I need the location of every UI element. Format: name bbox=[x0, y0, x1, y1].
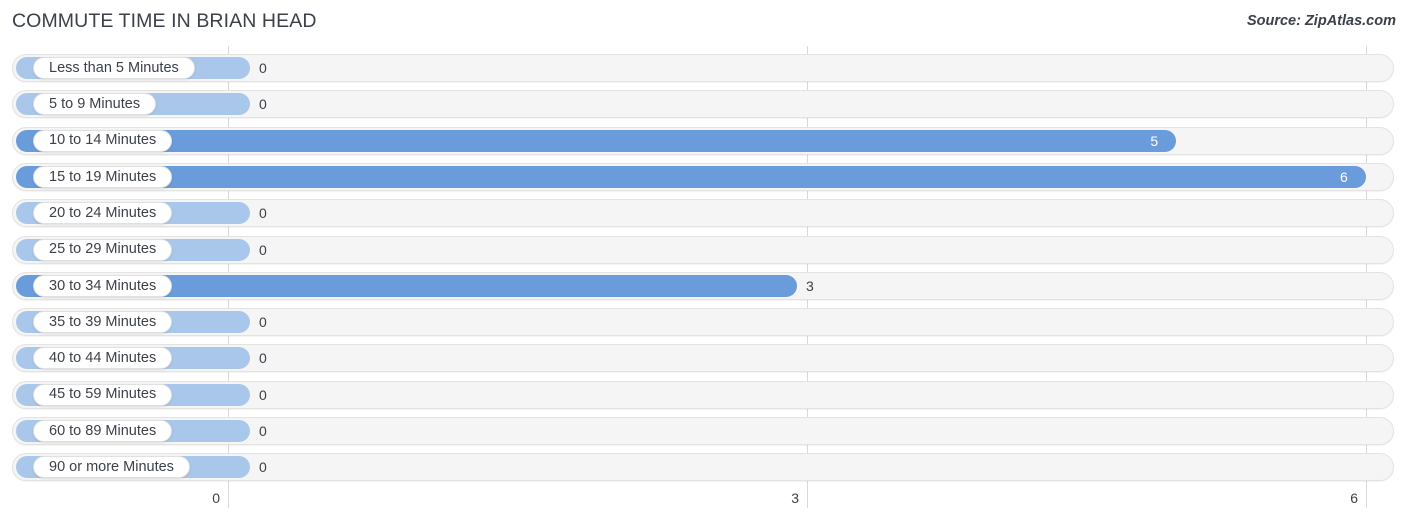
bar-row: 30 to 34 Minutes 3 bbox=[12, 271, 1394, 300]
value-bar bbox=[16, 165, 1366, 188]
category-label-pill: 15 to 19 Minutes bbox=[33, 165, 173, 188]
category-label: 40 to 44 Minutes bbox=[49, 350, 157, 367]
category-label: 15 to 19 Minutes bbox=[49, 168, 157, 185]
bar-value-label: 0 bbox=[259, 60, 267, 76]
bar-value-label: 0 bbox=[259, 386, 267, 403]
source-label: Source: ZipAtlas.com bbox=[1246, 13, 1396, 29]
bar-row: 90 or more Minutes 0 bbox=[12, 453, 1394, 482]
category-label-pill: 25 to 29 Minutes bbox=[33, 238, 173, 261]
value-bar bbox=[16, 129, 1177, 152]
axis-tick-label: 6 bbox=[1350, 490, 1358, 506]
category-label-pill: 35 to 39 Minutes bbox=[33, 311, 173, 334]
bar-value-label: 0 bbox=[259, 314, 267, 331]
category-label: 35 to 39 Minutes bbox=[49, 313, 157, 330]
category-label-pill: 90 or more Minutes bbox=[33, 456, 190, 479]
chart-plot-area: Less than 5 Minutes 0 5 to 9 Minutes 0 10 to… bbox=[0, 46, 1406, 486]
bar-value-label: 0 bbox=[259, 205, 267, 222]
bar-row: 35 to 39 Minutes 0 bbox=[12, 308, 1394, 337]
bar-row: 45 to 59 Minutes 0 bbox=[12, 380, 1394, 409]
category-label-pill: 5 to 9 Minutes bbox=[33, 93, 157, 116]
bar-row: 25 to 29 Minutes 0 bbox=[12, 235, 1394, 264]
bar-value-label: 5 bbox=[1150, 132, 1159, 149]
axis-tick-label: 3 bbox=[791, 490, 799, 506]
category-label: 10 to 14 Minutes bbox=[49, 132, 157, 149]
category-label-pill: 60 to 89 Minutes bbox=[33, 420, 173, 442]
x-axis: 0 3 6 bbox=[0, 486, 1406, 523]
category-label: 25 to 29 Minutes bbox=[49, 241, 157, 258]
category-label-pill: 10 to 14 Minutes bbox=[33, 129, 173, 152]
bar-row: Less than 5 Minutes 0 bbox=[12, 54, 1394, 82]
category-label-pill: 30 to 34 Minutes bbox=[33, 274, 173, 297]
category-label-pill: Less than 5 Minutes bbox=[33, 57, 195, 79]
category-label: 60 to 89 Minutes bbox=[49, 422, 157, 439]
bar-value-label: 3 bbox=[806, 277, 814, 294]
axis-tick-label: 0 bbox=[212, 490, 220, 506]
category-label: 45 to 59 Minutes bbox=[49, 386, 157, 403]
axis-tick-mark bbox=[1366, 486, 1367, 508]
bar-value-label: 0 bbox=[259, 350, 267, 367]
bar-value-label: 6 bbox=[1340, 168, 1348, 185]
bar-row: 20 to 24 Minutes 0 bbox=[12, 199, 1394, 228]
bar-row: 5 to 9 Minutes 0 bbox=[12, 90, 1394, 119]
category-label-pill: 40 to 44 Minutes bbox=[33, 347, 173, 370]
bar-value-label: 0 bbox=[259, 459, 267, 476]
category-label-pill: 20 to 24 Minutes bbox=[33, 202, 173, 225]
chart-header: COMMUTE TIME IN BRIAN HEAD Source: ZipAt… bbox=[0, 0, 1406, 46]
category-label: 90 or more Minutes bbox=[49, 459, 174, 476]
category-label: 20 to 24 Minutes bbox=[49, 204, 157, 221]
page-title: COMMUTE TIME IN BRIAN HEAD bbox=[12, 10, 317, 32]
bar-rows: Less than 5 Minutes 0 5 to 9 Minutes 0 10 to… bbox=[0, 46, 1406, 486]
bar-row: 15 to 19 Minutes 6 bbox=[12, 162, 1394, 191]
bar-row: 40 to 44 Minutes 0 bbox=[12, 344, 1394, 373]
bar-row: 10 to 14 Minutes 5 bbox=[12, 126, 1394, 155]
axis-tick-mark bbox=[807, 486, 808, 508]
category-label-pill: 45 to 59 Minutes bbox=[33, 383, 173, 406]
bar-value-label: 0 bbox=[259, 241, 267, 258]
bar-value-label: 0 bbox=[259, 96, 267, 113]
category-label: 5 to 9 Minutes bbox=[49, 96, 141, 113]
bar-value-label: 0 bbox=[259, 423, 267, 439]
bar-row: 60 to 89 Minutes 0 bbox=[12, 417, 1394, 445]
axis-tick-mark bbox=[228, 486, 229, 508]
category-label: 30 to 34 Minutes bbox=[49, 277, 157, 294]
category-label: Less than 5 Minutes bbox=[49, 59, 179, 76]
